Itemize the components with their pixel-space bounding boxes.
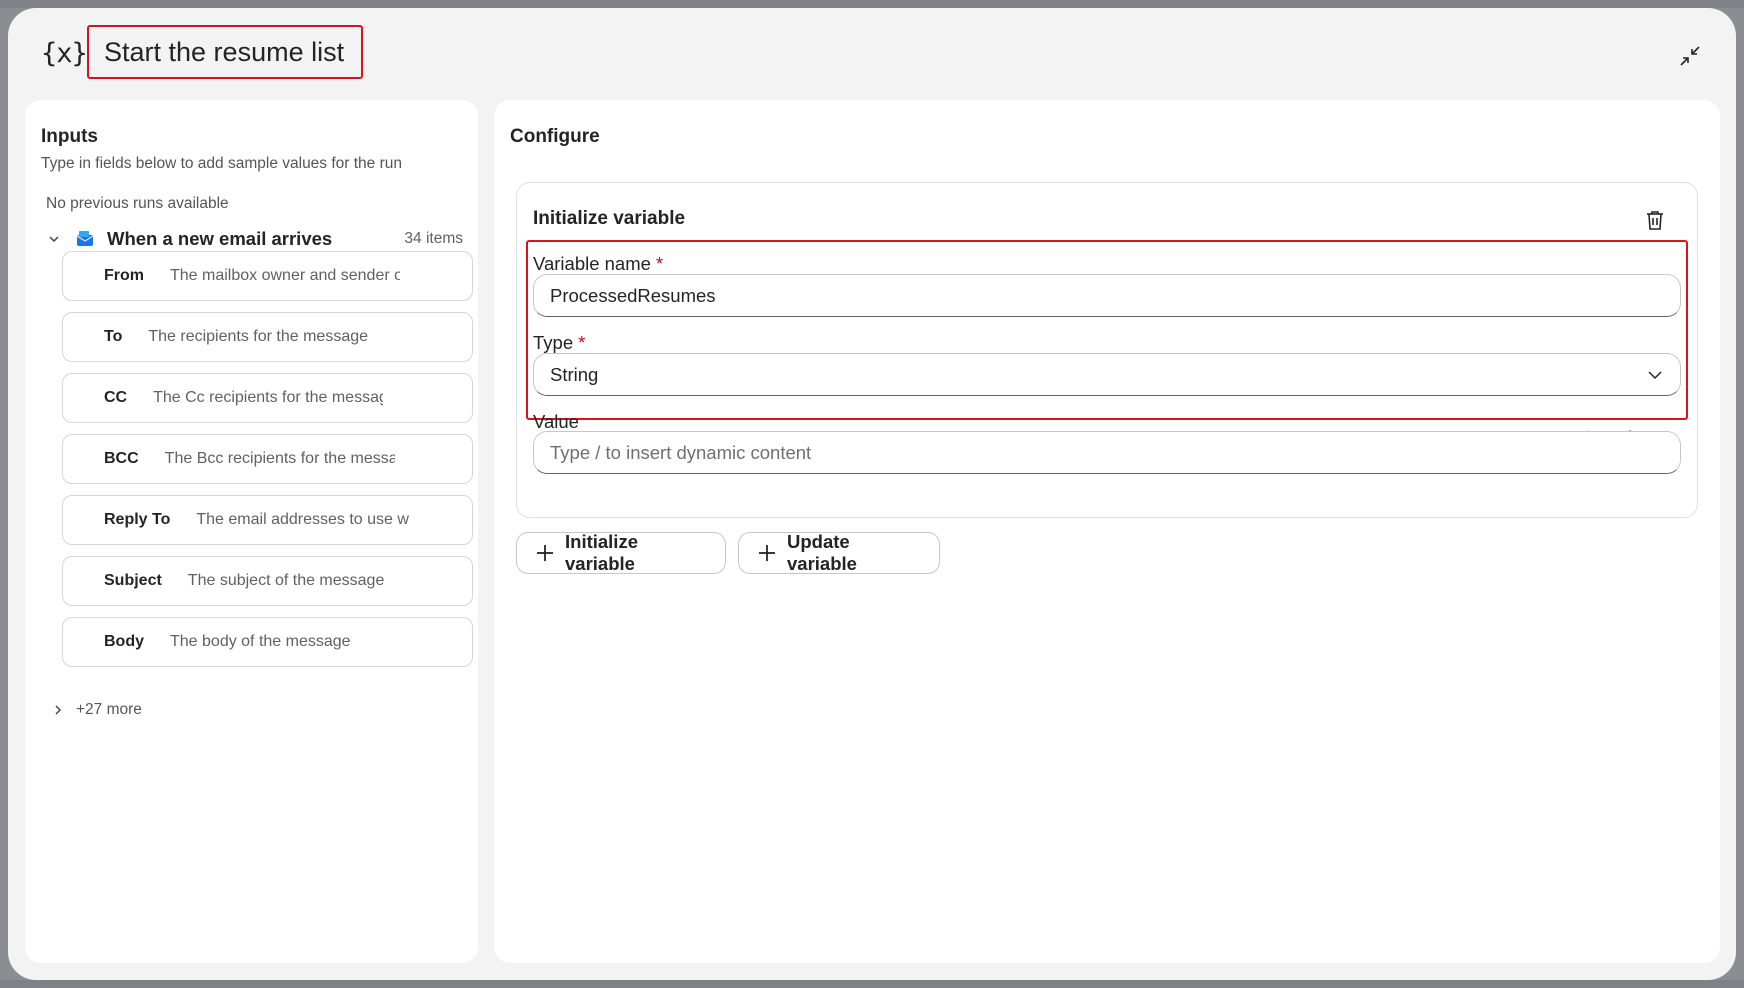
initialize-variable-button[interactable]: Initialize variable: [516, 531, 726, 574]
type-select-value: String: [550, 363, 599, 385]
required-mark: *: [655, 253, 664, 274]
configure-panel: Configure Initialize variable Variable n…: [494, 100, 1720, 963]
value-label: Value: [533, 411, 579, 432]
input-field-cc[interactable]: CC The Cc recipients for the message: [62, 373, 473, 423]
input-field-subject[interactable]: Subject The subject of the message: [62, 556, 473, 606]
inputs-title: Inputs: [41, 126, 98, 147]
delete-button[interactable]: [1640, 205, 1670, 235]
field-description: The mailbox owner and sender o: [170, 267, 400, 284]
inputs-subtitle: Type in fields below to add sample value…: [41, 155, 403, 172]
update-variable-label: Update variable: [787, 531, 857, 574]
field-label: CC: [104, 389, 128, 406]
field-description: The Cc recipients for the message: [153, 389, 384, 406]
input-field-body[interactable]: Body The body of the message: [62, 617, 473, 667]
field-description: The email addresses to use w: [196, 511, 409, 528]
plus-icon: [757, 543, 777, 563]
field-label: From: [104, 267, 144, 284]
initialize-variable-label: Initialize variable: [565, 531, 638, 574]
input-field-reply-to[interactable]: Reply To The email addresses to use w: [62, 495, 473, 545]
action-title[interactable]: Start the resume list: [87, 25, 363, 79]
variable-name-label: Variable name *: [533, 253, 663, 275]
plus-icon: [535, 543, 555, 563]
backdrop-bottom: [0, 980, 1744, 988]
field-label: Subject: [104, 572, 162, 589]
variable-icon: {x}: [41, 38, 88, 69]
update-variable-button[interactable]: Update variable: [738, 531, 940, 574]
field-description: The subject of the message: [187, 572, 385, 589]
no-runs-text: No previous runs available: [46, 195, 229, 212]
card-title: Initialize variable: [533, 208, 686, 229]
field-label: Reply To: [104, 511, 171, 528]
input-field-to[interactable]: To The recipients for the message: [62, 312, 473, 362]
variable-name-input[interactable]: ProcessedResumes: [533, 274, 1681, 317]
input-field-bcc[interactable]: BCC The Bcc recipients for the messag: [62, 434, 473, 484]
field-description: The Bcc recipients for the messag: [164, 450, 395, 467]
initialize-variable-card: Initialize variable Variable name * Proce…: [516, 182, 1698, 518]
field-label: To: [104, 328, 123, 345]
chevron-down-icon: [1648, 371, 1662, 380]
outlook-mail-icon: [76, 231, 94, 246]
configure-title: Configure: [510, 126, 600, 147]
field-description: The recipients for the message: [148, 328, 369, 345]
variable-name-value: ProcessedResumes: [550, 284, 716, 306]
chevron-down-icon[interactable]: [43, 232, 65, 246]
collapse-icon: [1680, 46, 1700, 66]
field-label: BCC: [104, 450, 139, 467]
collapse-button[interactable]: [1672, 38, 1708, 74]
type-label-text: Type: [533, 332, 574, 353]
type-label: Type *: [533, 332, 585, 354]
action-dialog: {x} Start the resume list Inputs Type in…: [8, 8, 1736, 980]
type-select[interactable]: String: [533, 353, 1681, 396]
variable-name-label-text: Variable name: [533, 253, 651, 274]
trigger-item-count: 34 items: [404, 230, 463, 247]
value-input[interactable]: Type / to insert dynamic content: [533, 431, 1681, 474]
inputs-panel: Inputs Type in fields below to add sampl…: [25, 100, 478, 963]
trash-icon: [1647, 211, 1663, 230]
required-mark: *: [578, 332, 586, 353]
input-field-from[interactable]: From The mailbox owner and sender o: [62, 251, 473, 301]
field-description: The body of the message: [170, 633, 351, 650]
trigger-label: When a new email arrives: [107, 228, 333, 249]
show-more-label: +27 more: [76, 701, 142, 718]
backdrop-top: [0, 0, 1744, 8]
show-more-fields[interactable]: +27 more: [52, 701, 142, 719]
field-label: Body: [104, 633, 144, 650]
value-placeholder: Type / to insert dynamic content: [550, 441, 812, 463]
action-title-text: Start the resume list: [104, 36, 345, 67]
chevron-right-icon: [55, 705, 61, 715]
